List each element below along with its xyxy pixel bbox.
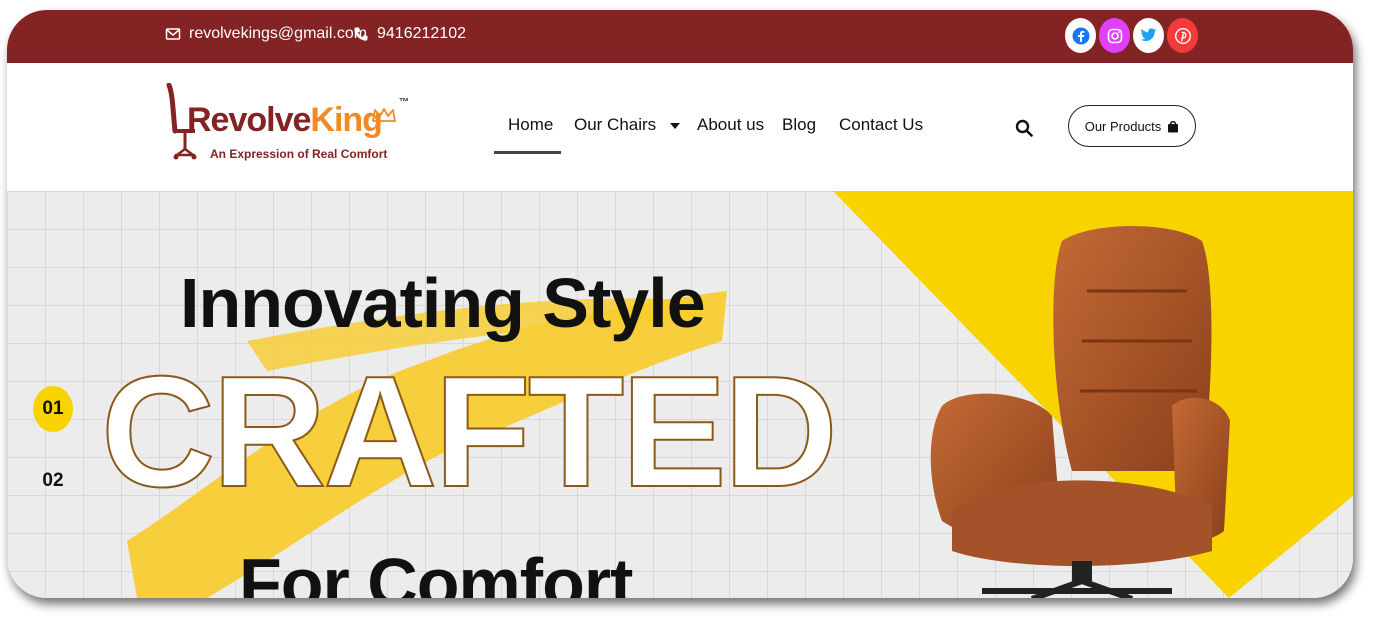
main-header: RevolveKing ™ An Expression of Real Comf… [7,63,1353,191]
pinterest-link[interactable] [1167,18,1198,53]
hero-headline-line3: For Comfort [239,544,633,598]
leather-chair-image [930,226,1230,598]
brand-name: RevolveKing [187,101,383,140]
pinterest-icon [1174,27,1191,44]
nav-active-indicator [494,151,561,154]
caret-down-icon [669,123,680,129]
brand-tagline: An Expression of Real Comfort [210,147,388,161]
envelope-icon [165,28,181,40]
our-products-label: Our Products [1084,118,1162,134]
nav-contact-us[interactable]: Contact Us [839,115,923,135]
twitter-link[interactable] [1133,18,1164,53]
top-bar: revolvekings@gmail.com 9416212102 [7,10,1353,63]
hero-headline-line2: CRAFTED [100,344,839,520]
nav-home[interactable]: Home [508,115,553,135]
nav-blog[interactable]: Blog [782,115,816,135]
hero-headline-line1: Innovating Style [180,264,706,342]
instagram-link[interactable] [1099,18,1130,53]
phone-contact[interactable]: 9416212102 [353,25,466,43]
email-contact[interactable]: revolvekings@gmail.com [165,25,367,43]
search-icon[interactable] [1015,119,1033,137]
hero-banner: 01 02 Innovating Style CRAFTED For Comfo… [7,191,1353,598]
nav-about-us[interactable]: About us [697,115,764,135]
crown-icon [372,108,396,122]
page-frame: revolvekings@gmail.com 9416212102 Revolv… [7,10,1353,598]
facebook-link[interactable] [1065,18,1096,53]
slide-dot-02[interactable]: 02 [33,468,73,494]
shopping-bag-icon [1168,120,1179,132]
slide-dot-01[interactable]: 01 [33,386,73,432]
email-text: revolvekings@gmail.com [189,25,368,42]
our-products-button[interactable]: Our Products [1068,105,1196,147]
phone-text: 9416212102 [377,25,466,42]
brand-logo[interactable]: RevolveKing ™ An Expression of Real Comf… [165,83,415,173]
brand-name-part1: Revolve [187,101,311,139]
nav-our-chairs[interactable]: Our Chairs [574,115,681,135]
twitter-icon [1140,28,1157,42]
trademark-symbol: ™ [399,97,409,108]
nav-our-chairs-label: Our Chairs [574,115,657,134]
phone-icon [354,27,368,41]
facebook-icon [1072,27,1089,44]
instagram-icon [1107,28,1122,43]
